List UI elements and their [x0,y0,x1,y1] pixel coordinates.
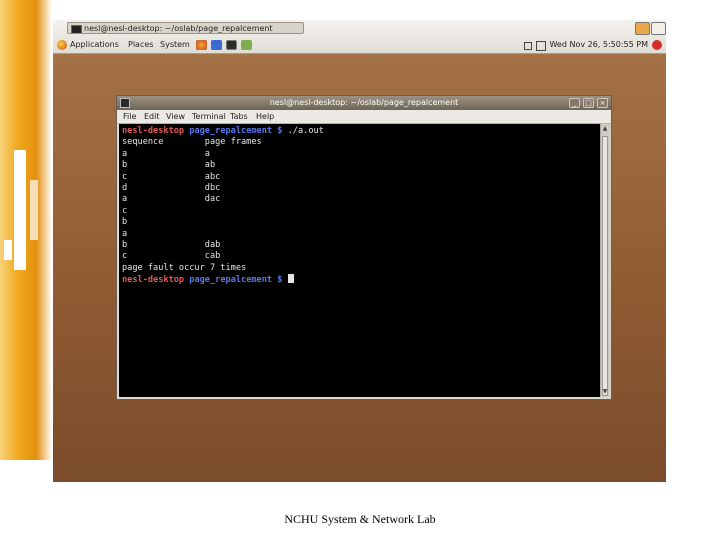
output-line: page fault occur 7 times [122,262,247,273]
prompt-host: nesl-desktop [122,275,185,286]
gnome-panel: nesl@nesl-desktop: ~/oslab/page_repalcem… [53,20,666,54]
prompt-directory: page_repalcement [189,275,273,286]
menu-applications[interactable]: Applications [70,39,119,51]
output-line: b [122,217,128,228]
scroll-down-icon[interactable]: ▼ [602,388,608,396]
gnome-foot-icon [57,40,67,50]
taskbar: nesl@nesl-desktop: ~/oslab/page_repalcem… [53,20,666,36]
terminal-output[interactable]: nesl-desktop page_repalcement $ ./a.out s… [119,124,600,397]
help-icon[interactable] [241,40,252,50]
terminal-icon [71,25,82,33]
taskbar-title: nesl@nesl-desktop: ~/oslab/page_repalcem… [84,24,273,33]
prompt-host: nesl-desktop [122,126,185,136]
window-title: nesl@nesl-desktop: ~/oslab/page_repalcem… [269,98,459,107]
main-menu-bar: Applications Places System Wed Nov 26, 5… [53,37,666,53]
output-line: c abc [122,171,221,182]
window-menu-icon[interactable] [120,98,130,108]
decor-block [30,180,38,240]
minimize-icon[interactable]: _ [569,98,580,108]
decor-block [4,240,12,260]
output-line: b ab [122,160,216,171]
workspace-switcher-icon[interactable] [635,22,650,35]
mail-icon[interactable] [211,40,222,50]
output-line: c cab [122,251,221,262]
desktop-screenshot: nesl@nesl-desktop: ~/oslab/page_repalcem… [53,20,666,482]
menu-help[interactable]: Help [256,111,274,122]
terminal-window: nesl@nesl-desktop: ~/oslab/page_repalcem… [116,95,612,400]
output-line: d dbc [122,182,221,193]
terminal-titlebar[interactable]: nesl@nesl-desktop: ~/oslab/page_repalcem… [117,96,611,110]
output-line: a [122,228,128,239]
menu-view[interactable]: View [166,111,185,122]
prompt-line: nesl-desktop page_repalcement $ [122,274,597,285]
terminal-scrollbar[interactable]: ▲ ▼ [600,124,610,397]
menu-file[interactable]: File [123,111,136,122]
output-line: a a [122,148,210,159]
network-icon[interactable] [524,42,532,50]
menu-terminal[interactable]: Terminal [192,111,226,122]
terminal-launcher-icon[interactable] [226,40,237,50]
scroll-up-icon[interactable]: ▲ [602,125,608,133]
prompt-directory: page_repalcement [189,126,273,136]
menu-edit[interactable]: Edit [144,111,160,122]
slide-footer: NCHU System & Network Lab [284,512,436,526]
scrollbar-thumb[interactable] [602,136,608,396]
workspace-2-icon[interactable] [651,22,666,35]
decor-block [14,150,26,270]
clock[interactable]: Wed Nov 26, 5:50:55 PM [549,39,648,51]
slide-side-decoration [0,0,52,460]
command-text: ./a.out [282,126,324,136]
maximize-icon[interactable]: □ [583,98,594,108]
output-line: b dab [122,239,221,250]
prompt-line: nesl-desktop page_repalcement $ ./a.out [122,126,597,137]
output-line: sequence page frames [122,137,262,148]
logout-icon[interactable] [652,40,662,50]
taskbar-terminal-button[interactable]: nesl@nesl-desktop: ~/oslab/page_repalcem… [67,22,304,34]
output-line: c [122,205,128,216]
menu-places[interactable]: Places [128,39,153,51]
terminal-cursor [287,274,294,284]
menu-system[interactable]: System [160,39,190,51]
volume-icon[interactable] [536,41,546,51]
terminal-menubar: File Edit View Terminal Tabs Help [117,110,611,124]
firefox-icon[interactable] [196,40,207,50]
menu-tabs[interactable]: Tabs [230,111,248,122]
output-line: a dac [122,194,221,205]
close-icon[interactable]: × [597,98,608,108]
